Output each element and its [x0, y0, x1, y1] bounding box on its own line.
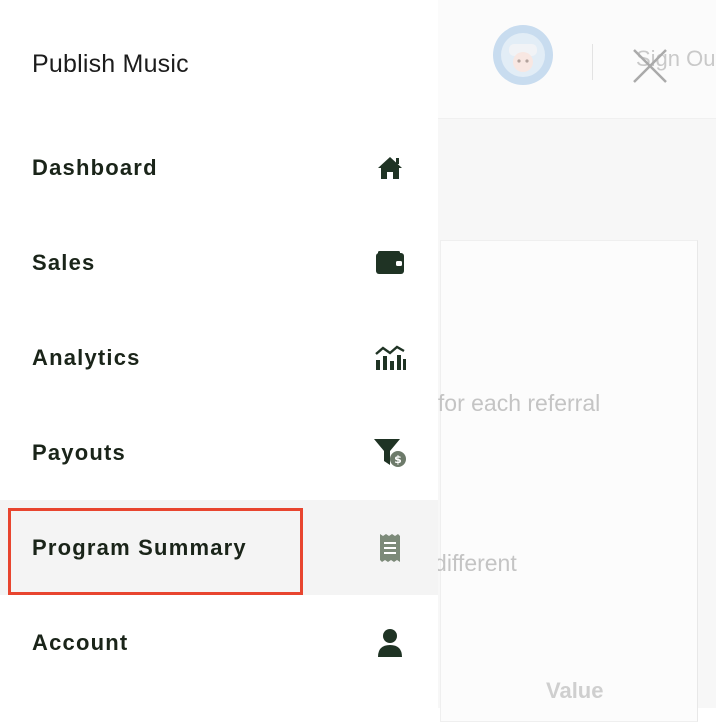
nav-item-label: Dashboard — [32, 154, 158, 180]
nav-item-dashboard[interactable]: Dashboard — [0, 120, 438, 215]
nav-item-analytics[interactable]: Analytics — [0, 310, 438, 405]
close-icon[interactable] — [630, 46, 670, 86]
svg-text:$: $ — [394, 453, 402, 466]
analytics-chart-icon — [375, 345, 406, 370]
user-avatar[interactable] — [492, 24, 554, 86]
background-text: s for each referral — [420, 390, 601, 416]
content-card — [440, 240, 698, 722]
nav-item-sales[interactable]: Sales — [0, 215, 438, 310]
wallet-icon — [376, 250, 404, 274]
nav-item-program-summary[interactable]: Program Summary — [0, 500, 438, 595]
app-title: Publish Music — [32, 50, 189, 78]
nav-item-label: Analytics — [32, 344, 141, 370]
user-icon — [378, 628, 402, 657]
nav-item-payouts[interactable]: Payouts $ — [0, 405, 438, 500]
table-header-value: Value — [546, 678, 604, 703]
receipt-icon — [380, 533, 400, 562]
nav-item-label: Program Summary — [32, 534, 247, 560]
navigation-drawer: Publish Music Dashboard Sales Analytics — [0, 0, 438, 708]
nav-item-label: Account — [32, 629, 129, 655]
nav-item-account[interactable]: Account — [0, 595, 438, 690]
funnel-dollar-icon: $ — [374, 438, 406, 467]
nav-item-label: Sales — [32, 249, 96, 275]
header-divider — [592, 44, 593, 80]
nav-item-label: Payouts — [32, 439, 126, 465]
home-icon — [378, 156, 402, 179]
